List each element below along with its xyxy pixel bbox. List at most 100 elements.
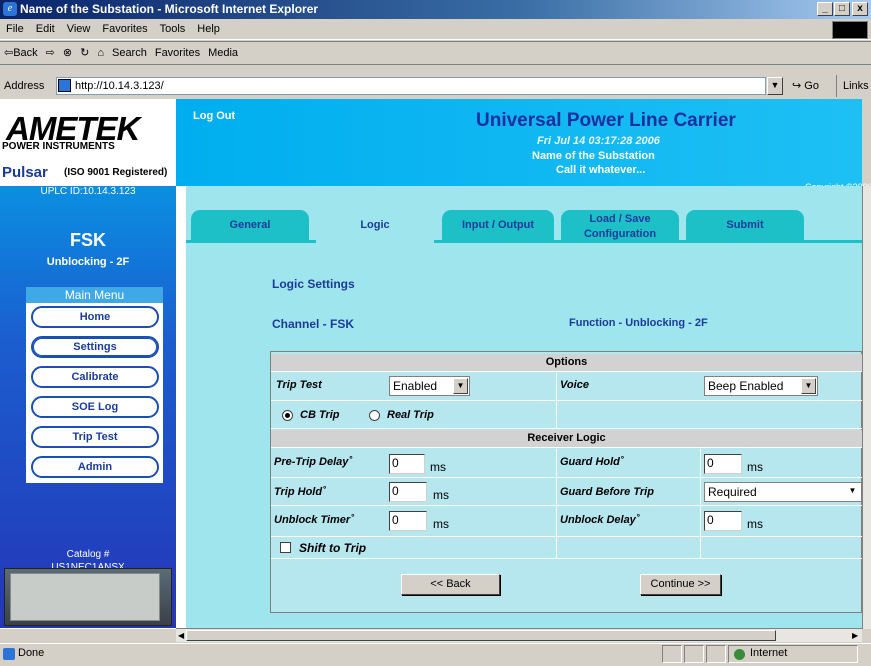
refresh-icon[interactable]: ↻ [80, 47, 89, 59]
go-button[interactable]: ↪ Go [792, 75, 819, 97]
trip-mode-row [271, 402, 862, 429]
unblock-timer-label: Unblock Timer˚ [274, 514, 354, 526]
scroll-thumb[interactable] [186, 630, 776, 641]
zone-text: Internet [750, 647, 788, 659]
address-dropdown-icon[interactable]: ▼ [767, 77, 783, 95]
guard-before-trip-select[interactable]: Required ▼ [704, 482, 862, 502]
guard-hold-input[interactable]: 0 [704, 454, 742, 474]
datetime: Fri Jul 14 03:17:28 2006 [537, 135, 660, 147]
toolbar: ⇦Back ⇨ ⊗ ↻ ⌂ Search Favorites Media [0, 41, 871, 65]
continue-button[interactable]: Continue >> [640, 574, 721, 595]
menu-soe-log-button[interactable]: SOE Log [31, 396, 159, 418]
tab-underline [186, 240, 862, 243]
guard-before-trip-label: Guard Before Trip [560, 486, 654, 498]
home-icon[interactable]: ⌂ [97, 47, 104, 59]
voice-label: Voice [560, 379, 589, 391]
device-panel-image [10, 573, 160, 621]
cb-trip-radio[interactable] [282, 410, 293, 421]
unblock-timer-input[interactable]: 0 [389, 511, 427, 531]
scroll-left-icon[interactable]: ◀ [178, 631, 184, 640]
horizontal-scrollbar[interactable] [176, 628, 862, 642]
real-trip-label: Real Trip [387, 409, 434, 421]
catalog-label: Catalog # [66, 549, 110, 560]
menu-favorites[interactable]: Favorites [102, 23, 147, 35]
tab-general[interactable]: General [191, 210, 309, 240]
tab-load-save-line1: Load / Save [589, 213, 651, 225]
status-segment [706, 645, 726, 663]
station-description: Call it whatever... [556, 164, 646, 176]
stop-icon[interactable]: ⊗ [63, 47, 72, 59]
menu-view[interactable]: View [67, 23, 91, 35]
chevron-down-icon: ▼ [801, 378, 816, 394]
receiver-logic-header: Receiver Logic [271, 430, 862, 448]
back-button[interactable]: ⇦Back [4, 47, 38, 59]
logic-settings-heading: Logic Settings [272, 277, 355, 291]
shift-to-trip-checkbox[interactable] [280, 542, 291, 553]
uplc-id: UPLC ID:10.14.3.123 [40, 186, 136, 197]
menu-home-button[interactable]: Home [31, 306, 159, 328]
favorites-button[interactable]: Favorites [155, 47, 200, 59]
main-menu-title: Main Menu [26, 287, 163, 303]
tab-submit[interactable]: Submit [686, 210, 804, 240]
tab-load-save[interactable]: Load / Save Configuration [561, 210, 679, 240]
chevron-down-icon: ▼ [848, 486, 857, 495]
tab-input-output[interactable]: Input / Output [442, 210, 554, 240]
back-page-button[interactable]: << Back [401, 574, 500, 595]
vertical-scrollbar[interactable] [862, 186, 871, 629]
unblock-delay-unit: ms [747, 517, 763, 531]
unblock-delay-input[interactable]: 0 [704, 511, 742, 531]
menu-trip-test-button[interactable]: Trip Test [31, 426, 159, 448]
scheme-label: Unblocking - 2F [46, 256, 130, 268]
status-segment [684, 645, 704, 663]
menu-tools[interactable]: Tools [160, 23, 186, 35]
menu-edit[interactable]: Edit [36, 23, 55, 35]
menu-settings-button[interactable]: Settings [31, 336, 159, 358]
content-margin [176, 186, 186, 628]
page-title: Universal Power Line Carrier [476, 110, 736, 131]
pre-trip-input[interactable]: 0 [389, 454, 425, 474]
minimize-button[interactable]: _ [817, 2, 833, 16]
status-text: Done [18, 647, 45, 659]
links-button[interactable]: Links [836, 75, 871, 97]
menu-bar: File Edit View Favorites Tools Help [0, 19, 871, 40]
tab-logic[interactable]: Logic [316, 210, 434, 240]
unblock-delay-label: Unblock Delay˚ [560, 514, 640, 526]
tab-load-save-line2: Configuration [583, 228, 657, 240]
go-label: Go [804, 80, 819, 92]
search-button[interactable]: Search [112, 47, 147, 59]
guard-hold-unit: ms [747, 460, 763, 474]
trip-hold-label: Trip Hold˚ [274, 486, 326, 498]
maximize-button[interactable]: □ [834, 2, 850, 16]
cb-trip-label: CB Trip [300, 409, 340, 421]
ie-icon: e [3, 2, 17, 16]
zone-segment [728, 645, 858, 663]
forward-button[interactable]: ⇨ [46, 47, 55, 59]
pre-trip-label: Pre-Trip Delay˚ [274, 456, 353, 468]
scroll-right-icon[interactable]: ▶ [852, 631, 858, 640]
menu-help[interactable]: Help [197, 23, 220, 35]
power-instruments-label: POWER INSTRUMENTS [2, 141, 115, 152]
menu-admin-button[interactable]: Admin [31, 456, 159, 478]
trip-test-select[interactable]: Enabled ▼ [389, 376, 470, 396]
logout-link[interactable]: Log Out [193, 110, 235, 122]
menu-file[interactable]: File [6, 23, 24, 35]
title-bar: Name of the Substation - Microsoft Inter… [0, 0, 871, 19]
menu-calibrate-button[interactable]: Calibrate [31, 366, 159, 388]
shift-to-trip-label: Shift to Trip [299, 541, 367, 555]
windows-logo-icon [832, 21, 868, 39]
page-status-icon [3, 648, 15, 660]
real-trip-radio[interactable] [369, 410, 380, 421]
guard-hold-label: Guard Hold˚ [560, 456, 624, 468]
options-header: Options [271, 354, 862, 372]
media-button[interactable]: Media [208, 47, 238, 59]
trip-hold-unit: ms [433, 488, 449, 502]
address-label: Address [4, 80, 45, 92]
pre-trip-unit: ms [430, 460, 446, 474]
voice-select[interactable]: Beep Enabled ▼ [704, 376, 818, 396]
close-button[interactable]: x [852, 2, 868, 16]
chevron-down-icon: ▼ [453, 378, 468, 394]
trip-hold-input[interactable]: 0 [389, 482, 427, 502]
voice-value: Beep Enabled [708, 379, 784, 393]
address-input[interactable]: http://10.14.3.123/ [56, 77, 766, 95]
trip-test-label: Trip Test [276, 379, 322, 391]
